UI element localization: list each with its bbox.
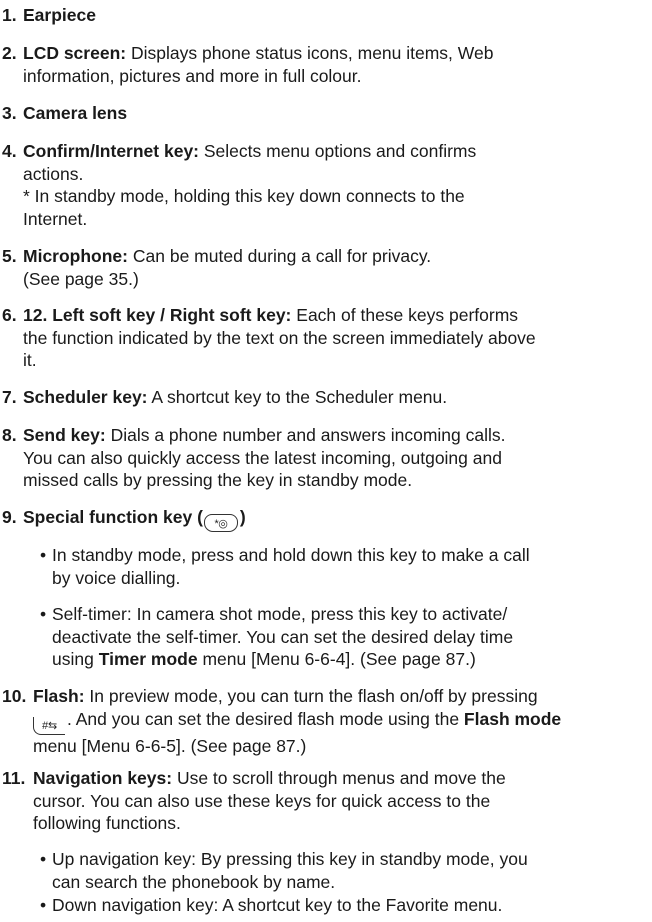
star-key-icon: *◎ bbox=[203, 514, 238, 532]
item-text: (See page 35.) bbox=[23, 268, 139, 289]
item-number: 7. bbox=[2, 387, 17, 407]
item-text: information, pictures and more in full c… bbox=[23, 65, 362, 86]
bullet-text: by voice dialling. bbox=[52, 567, 181, 588]
item-title: Flash: bbox=[33, 686, 85, 706]
item-number: 8. bbox=[2, 425, 17, 445]
item-title: Scheduler key: bbox=[23, 387, 148, 407]
item-title: Navigation keys: bbox=[33, 768, 173, 788]
item-number: 4. bbox=[2, 141, 17, 161]
item-text: the function indicated by the text on th… bbox=[23, 327, 536, 348]
bullet-dot: • bbox=[40, 604, 47, 624]
item-text: Dials a phone number and answers incomin… bbox=[110, 425, 506, 445]
bullet-text: Down navigation key: A shortcut key to t… bbox=[52, 895, 503, 915]
item-text: Use to scroll through menus and move the bbox=[176, 768, 506, 788]
item-title: Earpiece bbox=[23, 5, 96, 25]
item-title: Special function key ( bbox=[23, 507, 203, 527]
item-title: 12. Left soft key / Right soft key: bbox=[23, 305, 292, 325]
item-text: menu [Menu 6-6-5]. (See page 87.) bbox=[33, 735, 307, 756]
item-number: 9. bbox=[2, 507, 17, 527]
item-text: cursor. You can also use these keys for … bbox=[33, 790, 491, 811]
bullet-dot: • bbox=[40, 545, 47, 565]
bold-term: Timer mode bbox=[98, 649, 198, 669]
bold-term: Flash mode bbox=[463, 708, 562, 729]
item-text: * In standby mode, holding this key down… bbox=[23, 186, 465, 206]
item-title: Confirm/Internet key: bbox=[23, 141, 199, 161]
manual-page: 1. Earpiece 2. LCD screen: Displays phon… bbox=[0, 0, 652, 922]
bullet-text: deactivate the self-timer. You can set t… bbox=[52, 626, 514, 647]
item-number: 11. bbox=[2, 768, 26, 788]
item-number: 5. bbox=[2, 246, 17, 266]
item-title: Camera lens bbox=[23, 103, 128, 123]
bullet-text: Up navigation key: By pressing this key … bbox=[52, 849, 528, 869]
item-text: actions. bbox=[23, 163, 84, 184]
item-text: Selects menu options and confirms bbox=[203, 141, 477, 161]
item-text: In preview mode, you can turn the flash … bbox=[89, 686, 538, 706]
item-number: 3. bbox=[2, 103, 17, 123]
item-number: 6. bbox=[2, 305, 17, 325]
item-number: 1. bbox=[2, 5, 17, 25]
item-text: Displays phone status icons, menu items,… bbox=[130, 43, 494, 63]
item-title: Microphone: bbox=[23, 246, 128, 266]
item-text: it. bbox=[23, 350, 37, 370]
item-text: missed calls by pressing the key in stan… bbox=[23, 470, 413, 490]
item-text: following functions. bbox=[33, 813, 181, 833]
item-text: A shortcut key to the Scheduler menu. bbox=[151, 387, 448, 407]
item-text: Each of these keys performs bbox=[296, 305, 519, 325]
item-text: Can be muted during a call for privacy. bbox=[132, 246, 432, 266]
bullet-dot: • bbox=[40, 895, 47, 915]
item-title: LCD screen: bbox=[23, 43, 127, 63]
item-text: Internet. bbox=[23, 208, 88, 229]
item-number: 10. bbox=[2, 686, 27, 706]
bullet-text: can search the phonebook by name. bbox=[52, 871, 336, 892]
bullet-dot: • bbox=[40, 849, 47, 869]
hash-key-icon: #⇆ bbox=[33, 716, 65, 735]
item-number: 2. bbox=[2, 43, 17, 63]
item-text: You can also quickly access the latest i… bbox=[23, 447, 502, 468]
bullet-text: In standby mode, press and hold down thi… bbox=[52, 545, 530, 565]
bullet-text: Self-timer: In camera shot mode, press t… bbox=[52, 604, 508, 624]
item-title: Send key: bbox=[23, 425, 106, 445]
